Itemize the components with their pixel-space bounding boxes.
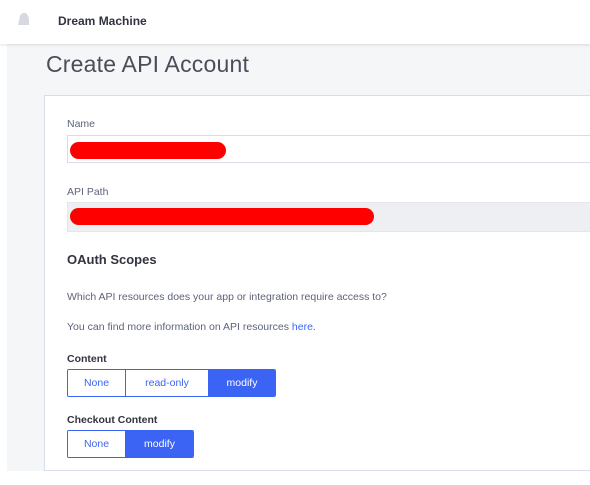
checkout-content-modify-button[interactable]: modify [126, 431, 193, 457]
content-read-only-button[interactable]: read-only [126, 370, 209, 396]
top-bar: Dream Machine [0, 0, 590, 44]
more-info-text: You can find more information on API res… [67, 321, 316, 333]
oauth-scopes-title: OAuth Scopes [67, 252, 157, 267]
content-scope-selector: None read-only modify [67, 369, 276, 397]
more-info-prefix: You can find more information on API res… [67, 321, 292, 333]
oauth-description: Which API resources does your app or int… [67, 291, 387, 303]
name-label: Name [67, 118, 96, 130]
page-title: Create API Account [46, 51, 250, 77]
store-name[interactable]: Dream Machine [58, 14, 147, 28]
api-path-label: API Path [67, 186, 109, 198]
checkout-content-none-button[interactable]: None [68, 431, 126, 457]
content-none-button[interactable]: None [68, 370, 126, 396]
redaction-mark [70, 208, 374, 225]
content-modify-button[interactable]: modify [209, 370, 275, 396]
bell-logo-icon[interactable] [14, 10, 34, 30]
more-info-suffix: . [312, 321, 316, 333]
here-link[interactable]: here [292, 321, 313, 333]
content-scope-label: Content [67, 353, 107, 365]
checkout-content-scope-label: Checkout Content [67, 414, 158, 426]
redaction-mark [70, 142, 226, 159]
checkout-content-scope-selector: None modify [67, 430, 194, 458]
